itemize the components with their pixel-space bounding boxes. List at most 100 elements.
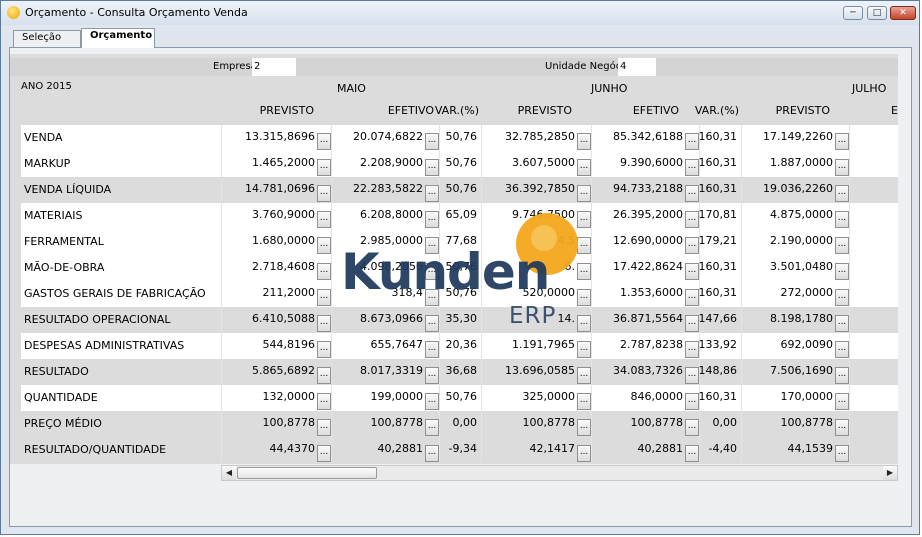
ellipsis-button[interactable]: ... xyxy=(577,419,591,436)
grid-cell[interactable]: 2.190,0000... xyxy=(741,229,849,255)
ellipsis-button[interactable]: ... xyxy=(577,341,591,358)
grid-cell[interactable]: 1.680,0000... xyxy=(221,229,331,255)
grid-cell[interactable]: 160,31 xyxy=(699,177,741,203)
ellipsis-button[interactable]: ... xyxy=(835,133,849,150)
ellipsis-button[interactable]: ... xyxy=(317,289,331,306)
grid-cell[interactable]: 8.198,1780... xyxy=(741,307,849,333)
grid-cell[interactable]: 170,81 xyxy=(699,203,741,229)
ellipsis-button[interactable]: ... xyxy=(317,211,331,228)
grid-cell[interactable]: 26.395,2000... xyxy=(591,203,699,229)
grid-cell[interactable] xyxy=(849,411,898,437)
grid-cell[interactable]: 9.390,6000... xyxy=(591,151,699,177)
grid-cell[interactable]: 50,76 xyxy=(439,255,481,281)
grid-cell[interactable]: 160,31 xyxy=(699,255,741,281)
ellipsis-button[interactable]: ... xyxy=(835,185,849,202)
scrollbar-thumb[interactable] xyxy=(237,467,377,479)
ellipsis-button[interactable]: ... xyxy=(425,445,439,462)
grid-cell[interactable]: 7.506,1690... xyxy=(741,359,849,385)
grid-cell[interactable] xyxy=(849,281,898,307)
grid-cell[interactable]: 272,0000... xyxy=(741,281,849,307)
horizontal-scrollbar[interactable]: ◀ ▶ xyxy=(221,465,898,481)
ellipsis-button[interactable]: ... xyxy=(685,237,699,254)
grid-cell[interactable]: 147,66 xyxy=(699,307,741,333)
grid-cell[interactable]: 85.342,6188... xyxy=(591,125,699,151)
ellipsis-button[interactable]: ... xyxy=(577,315,591,332)
grid-cell[interactable]: 4.5... xyxy=(481,229,591,255)
ellipsis-button[interactable]: ... xyxy=(317,445,331,462)
grid-cell[interactable]: -9,34 xyxy=(439,437,481,463)
maximize-button[interactable]: □ xyxy=(867,6,887,20)
grid-cell[interactable]: 100,8778... xyxy=(221,411,331,437)
grid-cell[interactable]: 846,0000... xyxy=(591,385,699,411)
ellipsis-button[interactable]: ... xyxy=(835,211,849,228)
minimize-button[interactable]: ─ xyxy=(843,6,863,20)
ellipsis-button[interactable]: ... xyxy=(425,237,439,254)
ellipsis-button[interactable]: ... xyxy=(685,393,699,410)
grid-cell[interactable]: 8.673,0966... xyxy=(331,307,439,333)
grid-cell[interactable]: 32.785,2850... xyxy=(481,125,591,151)
ellipsis-button[interactable]: ... xyxy=(317,315,331,332)
ellipsis-button[interactable]: ... xyxy=(317,159,331,176)
grid-cell[interactable]: 65,09 xyxy=(439,203,481,229)
grid-cell[interactable]: 20.074,6822... xyxy=(331,125,439,151)
ellipsis-button[interactable]: ... xyxy=(425,133,439,150)
grid-cell[interactable]: 318,4... xyxy=(331,281,439,307)
grid-cell[interactable]: 1.191,7965... xyxy=(481,333,591,359)
grid-cell[interactable]: 6.410,5088... xyxy=(221,307,331,333)
title-bar[interactable]: Orçamento - Consulta Orçamento Venda ─ □… xyxy=(1,1,919,25)
grid-cell[interactable]: 14.781,0696... xyxy=(221,177,331,203)
ellipsis-button[interactable]: ... xyxy=(425,159,439,176)
ellipsis-button[interactable]: ... xyxy=(425,289,439,306)
grid-cell[interactable]: 17.422,8624... xyxy=(591,255,699,281)
grid-cell[interactable]: 36.392,7850... xyxy=(481,177,591,203)
ellipsis-button[interactable]: ... xyxy=(577,133,591,150)
ellipsis-button[interactable]: ... xyxy=(425,263,439,280)
grid-cell[interactable]: 0,00 xyxy=(699,411,741,437)
grid-cell[interactable]: 12.690,0000... xyxy=(591,229,699,255)
grid-cell[interactable]: 325,0000... xyxy=(481,385,591,411)
grid-cell[interactable]: 44,4370... xyxy=(221,437,331,463)
grid-cell[interactable]: 22.283,5822... xyxy=(331,177,439,203)
ellipsis-button[interactable]: ... xyxy=(425,393,439,410)
grid-cell[interactable]: 3.607,5000... xyxy=(481,151,591,177)
grid-cell[interactable] xyxy=(849,333,898,359)
grid-cell[interactable]: 148,86 xyxy=(699,359,741,385)
ellipsis-button[interactable]: ... xyxy=(425,419,439,436)
grid-cell[interactable]: 42,1417... xyxy=(481,437,591,463)
grid-cell[interactable]: 1.887,0000... xyxy=(741,151,849,177)
ellipsis-button[interactable]: ... xyxy=(425,341,439,358)
ellipsis-button[interactable]: ... xyxy=(317,133,331,150)
grid-cell[interactable]: 4.875,0000... xyxy=(741,203,849,229)
ellipsis-button[interactable]: ... xyxy=(425,315,439,332)
tab-orcamento[interactable]: Orçamento xyxy=(81,28,155,48)
grid-cell[interactable]: 160,31 xyxy=(699,281,741,307)
ellipsis-button[interactable]: ... xyxy=(577,263,591,280)
ellipsis-button[interactable]: ... xyxy=(835,393,849,410)
grid-cell[interactable]: 100,8778... xyxy=(481,411,591,437)
ellipsis-button[interactable]: ... xyxy=(577,289,591,306)
grid-cell[interactable]: 13.315,8696... xyxy=(221,125,331,151)
grid-cell[interactable]: 520,0000... xyxy=(481,281,591,307)
grid-cell[interactable]: 2.718,4608... xyxy=(221,255,331,281)
ellipsis-button[interactable]: ... xyxy=(317,393,331,410)
grid-cell[interactable]: 40,2881... xyxy=(331,437,439,463)
grid-cell[interactable]: 160,31 xyxy=(699,385,741,411)
grid-cell[interactable] xyxy=(849,437,898,463)
ellipsis-button[interactable]: ... xyxy=(835,445,849,462)
grid-cell[interactable]: 40,2881... xyxy=(591,437,699,463)
grid-cell[interactable]: 1.465,2000... xyxy=(221,151,331,177)
ellipsis-button[interactable]: ... xyxy=(577,237,591,254)
grid-cell[interactable]: 100,8778... xyxy=(331,411,439,437)
grid-cell[interactable]: 13.696,0585... xyxy=(481,359,591,385)
empresa-field[interactable]: 2 xyxy=(252,58,296,76)
grid-cell[interactable]: 0,00 xyxy=(439,411,481,437)
grid-cell[interactable]: 34.083,7326... xyxy=(591,359,699,385)
grid-cell[interactable]: 211,2000... xyxy=(221,281,331,307)
grid-cell[interactable]: 199,0000... xyxy=(331,385,439,411)
grid-cell[interactable]: 8.017,3319... xyxy=(331,359,439,385)
ellipsis-button[interactable]: ... xyxy=(317,185,331,202)
grid-cell[interactable] xyxy=(849,229,898,255)
ellipsis-button[interactable]: ... xyxy=(685,315,699,332)
ellipsis-button[interactable]: ... xyxy=(577,185,591,202)
tab-selecao[interactable]: Seleção xyxy=(13,30,81,47)
